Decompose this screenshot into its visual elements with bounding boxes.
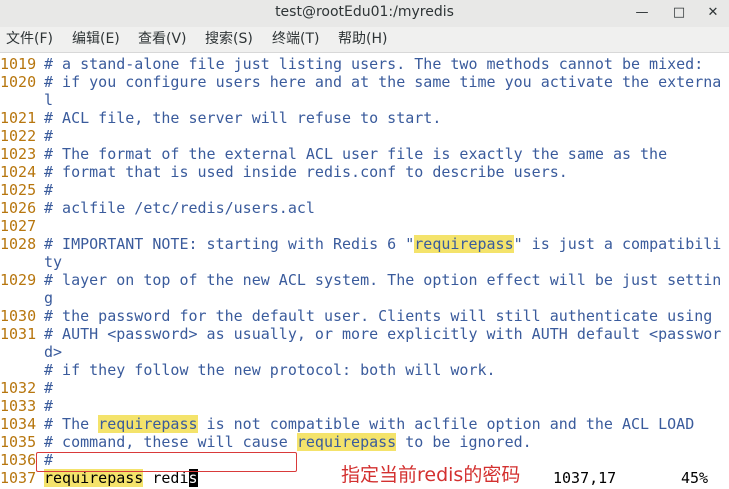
cursor-position: 1037,17 — [553, 469, 617, 487]
code-line: # the password for the default user. Cli… — [44, 307, 712, 325]
code-text: ty — [44, 253, 63, 271]
code-line: # a stand-alone file just listing users.… — [44, 55, 703, 73]
line-number: 1021 — [0, 109, 37, 127]
menu-edit[interactable]: 编辑(E) — [72, 27, 120, 52]
code-text: g — [44, 289, 54, 307]
code-text: " is just a compatibili — [513, 235, 722, 253]
line-number: 1024 — [0, 163, 37, 181]
code-text: # AUTH <password> as usually, or more ex… — [44, 325, 722, 343]
code-line: ty — [44, 253, 62, 271]
code-line: # — [44, 181, 53, 199]
minimize-button[interactable]: — — [632, 3, 652, 23]
code-text: # The — [44, 415, 99, 433]
code-line: # format that is used inside redis.conf … — [44, 163, 568, 181]
code-text: d> — [44, 343, 63, 361]
line-number: 1037 — [0, 469, 37, 487]
code-text: to be ignored. — [396, 433, 532, 451]
search-match-highlight: requirepass — [98, 415, 198, 433]
code-line: l — [44, 91, 53, 109]
code-text: # the password for the default user. Cli… — [44, 307, 713, 325]
window-title: test@rootEdu01:/myredis — [275, 4, 454, 20]
code-text: # layer on top of the new ACL system. Th… — [44, 271, 722, 289]
code-text: # aclfile /etc/redis/users.acl — [44, 199, 315, 217]
code-line: g — [44, 289, 53, 307]
line-number: 1019 — [0, 55, 37, 73]
line-number: 1031 — [0, 325, 37, 343]
search-match-highlight: requirepass — [296, 433, 397, 451]
menu-terminal[interactable]: 终端(T) — [272, 27, 319, 52]
close-button[interactable]: ✕ — [703, 3, 723, 23]
code-line: # The requirepass is not compatible with… — [44, 415, 694, 433]
code-text: # The format of the external ACL user fi… — [44, 145, 668, 163]
line-number: 1030 — [0, 307, 37, 325]
menu-file[interactable]: 文件(F) — [6, 27, 53, 52]
code-line: # if you configure users here and at the… — [44, 73, 721, 91]
annotation-highlight-box — [36, 452, 297, 472]
code-text: is not compatible with aclfile option an… — [197, 415, 695, 433]
menu-bar: 文件(F) 编辑(E) 查看(V) 搜索(S) 终端(T) 帮助(H) — [0, 27, 729, 53]
line-number: 1027 — [0, 217, 37, 235]
code-line: d> — [44, 343, 62, 361]
code-line: # command, these will cause requirepass … — [44, 433, 532, 451]
menu-view[interactable]: 查看(V) — [138, 27, 187, 52]
code-text: # — [44, 181, 54, 199]
code-line: # if they follow the new protocol: both … — [44, 361, 496, 379]
code-line: # layer on top of the new ACL system. Th… — [44, 271, 721, 289]
line-number: 1029 — [0, 271, 37, 289]
code-line: # IMPORTANT NOTE: starting with Redis 6 … — [44, 235, 721, 253]
scroll-percent: 45% — [681, 469, 709, 487]
line-number: 1020 — [0, 73, 37, 91]
terminal-editor[interactable]: 1019 # a stand-alone file just listing us… — [0, 53, 729, 489]
code-text: # IMPORTANT NOTE: starting with Redis 6 … — [44, 235, 415, 253]
code-text: # — [44, 397, 54, 415]
code-text: # if they follow the new protocol: both … — [44, 361, 496, 379]
code-text: # if you configure users here and at the… — [44, 73, 722, 91]
code-line: # — [44, 127, 53, 145]
line-number: 1026 — [0, 199, 37, 217]
code-line: # — [44, 379, 53, 397]
line-number: 1023 — [0, 145, 37, 163]
code-line: # aclfile /etc/redis/users.acl — [44, 199, 315, 217]
code-text: # — [44, 379, 54, 397]
maximize-button[interactable]: □ — [669, 3, 689, 23]
annotation-note: 指定当前redis的密码 — [341, 464, 521, 486]
search-match-highlight: requirepass — [414, 235, 514, 253]
code-text: # ACL file, the server will refuse to st… — [44, 109, 442, 127]
code-text: # — [44, 127, 54, 145]
line-number: 1028 — [0, 235, 37, 253]
code-line: # — [44, 397, 53, 415]
line-number: 1032 — [0, 379, 37, 397]
line-number: 1035 — [0, 433, 37, 451]
line-number: 1025 — [0, 181, 37, 199]
code-line: # AUTH <password> as usually, or more ex… — [44, 325, 721, 343]
code-text: # a stand-alone file just listing users.… — [44, 55, 704, 73]
code-line: # ACL file, the server will refuse to st… — [44, 109, 441, 127]
code-text: l — [44, 91, 54, 109]
menu-help[interactable]: 帮助(H) — [338, 27, 387, 52]
menu-search[interactable]: 搜索(S) — [205, 27, 253, 52]
line-number: 1033 — [0, 397, 37, 415]
line-number: 1036 — [0, 451, 37, 469]
title-bar: test@rootEdu01:/myredis — □ ✕ — [0, 0, 729, 28]
code-text: # format that is used inside redis.conf … — [44, 163, 568, 181]
line-number: 1034 — [0, 415, 37, 433]
code-line: # The format of the external ACL user fi… — [44, 145, 667, 163]
code-text: # command, these will cause — [44, 433, 297, 451]
line-number: 1022 — [0, 127, 37, 145]
